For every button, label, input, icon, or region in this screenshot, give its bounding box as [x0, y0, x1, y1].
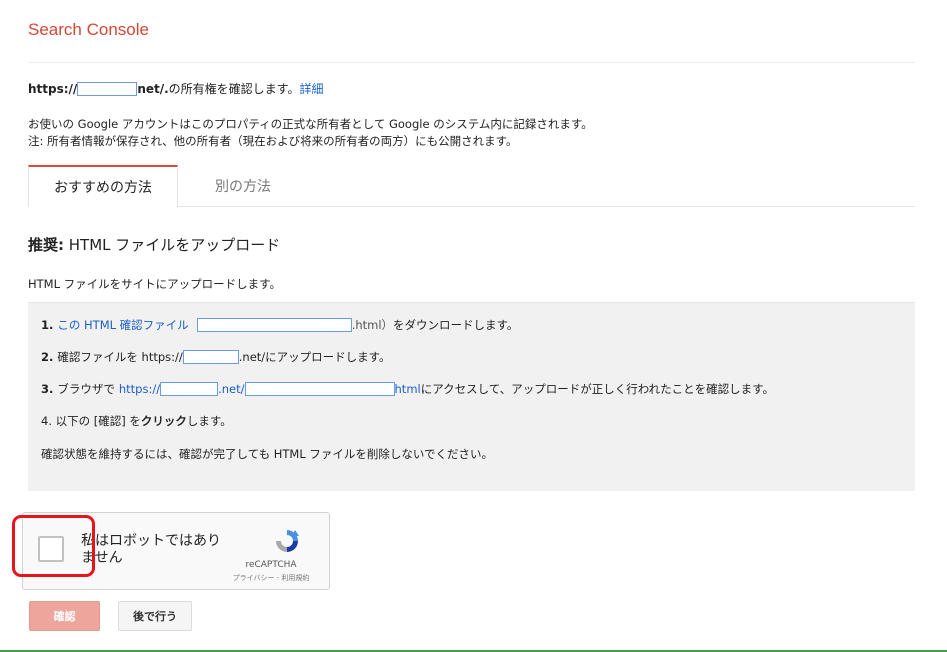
ownership-text: の所有権を確認します。: [168, 82, 300, 96]
step-1-text: をダウンロードします。: [393, 318, 519, 332]
recaptcha-label: 私はロボットではありません: [81, 533, 221, 566]
section-title: 推奨: HTML ファイルをアップロード: [28, 234, 280, 255]
retention-note: 確認状態を維持するには、確認が完了しても HTML ファイルを削除しないでくださ…: [41, 446, 493, 462]
recaptcha-brand: reCAPTCHA: [245, 560, 297, 570]
step-2: 2. 確認ファイルを https:// .net/ にアップロードします。: [41, 349, 391, 365]
details-link[interactable]: 詳細: [299, 80, 323, 97]
later-button[interactable]: 後で行う: [118, 601, 192, 631]
step-2-prefix: 確認ファイルを https://: [57, 350, 183, 364]
checkbox-highlight-annotation: [12, 515, 95, 577]
ownership-line: https:// net/. の所有権を確認します。 詳細: [28, 80, 324, 97]
step-1: 1. この HTML 確認ファイル .html） をダウンロードします。: [41, 317, 518, 333]
section-subtitle: HTML ファイルをサイトにアップロードします。: [28, 277, 282, 291]
redacted-domain: [182, 350, 239, 364]
recommended-label: 推奨:: [28, 236, 64, 254]
redacted-domain: [160, 382, 219, 396]
ownership-description: お使いの Google アカウントはこのプロパティの正式な所有者として Goog…: [28, 117, 593, 131]
header-divider: [28, 62, 915, 63]
redacted-filename: [244, 382, 395, 396]
tab-alternate[interactable]: 別の方法: [178, 165, 308, 207]
redacted-filename: [196, 318, 352, 332]
step-3-prefix: ブラウザで: [57, 382, 115, 396]
section-title-text: HTML ファイルをアップロード: [64, 236, 281, 254]
step-3-number: 3.: [41, 382, 54, 396]
site-url-suffix: net/.: [137, 81, 169, 96]
ownership-note: 注: 所有者情報が保存され、他の所有者（現在および将来の所有者の両方）にも公開さ…: [28, 134, 518, 148]
file-extension: .html）: [351, 318, 394, 332]
app-title: Search Console: [28, 20, 149, 39]
step-2-number: 2.: [41, 350, 54, 364]
steps-panel: 1. この HTML 確認ファイル .html） をダウンロードします。 2. …: [28, 302, 915, 491]
step-2-domain-suffix: .net/: [238, 350, 266, 364]
verification-url-domain[interactable]: .net/: [218, 382, 244, 396]
step-4-suffix: します。: [186, 414, 232, 428]
retention-note-text: 確認状態を維持するには、確認が完了しても HTML ファイルを削除しないでくださ…: [41, 447, 494, 461]
step-3: 3. ブラウザで https:// .net/ html にアクセスして、アップ…: [41, 381, 774, 397]
recaptcha-logo-icon: [273, 527, 301, 559]
step-4: 4. 以下の [確認] をクリック します。: [41, 413, 232, 429]
tab-recommended[interactable]: おすすめの方法: [28, 165, 178, 207]
recaptcha-terms-link[interactable]: プライバシー - 利用規約: [223, 573, 319, 583]
step-4-click: クリック: [140, 414, 187, 428]
download-html-file-link[interactable]: この HTML 確認ファイル: [57, 317, 188, 333]
verification-url-link[interactable]: https://: [119, 382, 160, 396]
step-2-text: にアップロードします。: [265, 350, 391, 364]
redacted-domain: [77, 81, 138, 96]
verification-url-ext[interactable]: html: [395, 382, 421, 396]
step-4-prefix: 4. 以下の [確認] を: [41, 414, 141, 428]
confirm-button[interactable]: 確認: [29, 601, 100, 631]
step-1-number: 1.: [41, 318, 54, 332]
step-3-text: にアクセスして、アップロードが正しく行われたことを確認します。: [420, 382, 774, 396]
method-tabs: おすすめの方法 別の方法: [28, 165, 915, 207]
site-url-prefix: https://: [28, 81, 78, 96]
